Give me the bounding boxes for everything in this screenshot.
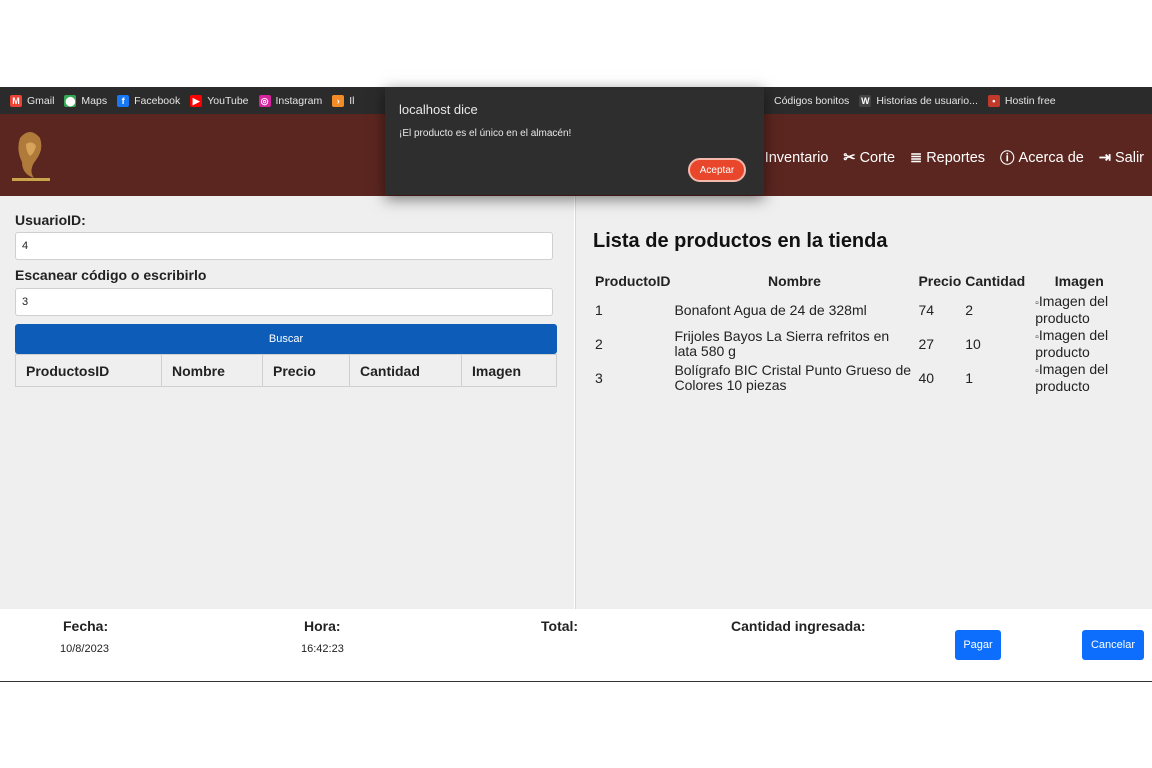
bookmark-icon: › (332, 94, 345, 107)
products-table-header: ProductoID Nombre Precio Cantidad Imagen (593, 269, 1131, 293)
logout-icon: ⇥ (1098, 149, 1111, 166)
gmail-icon: M (10, 94, 22, 107)
usuario-label: UsuarioID: (15, 212, 86, 228)
fecha-label: Fecha: (63, 618, 109, 634)
nav-salir[interactable]: ⇥ Salir (1099, 150, 1144, 166)
nav-label: Salir (1114, 149, 1144, 166)
product-id: 1 (595, 301, 603, 318)
image-alt-text: Imagen del producto (1035, 293, 1109, 326)
sales-panel: UsuarioID: 4 Escanear código o escribirl… (0, 196, 574, 609)
bookmark-instagram[interactable]: ◎ Instagram (258, 94, 323, 107)
nav-label: Inventario (764, 149, 829, 166)
dialog-message: ¡El producto es el único en el almacén! (399, 128, 572, 139)
pagar-button[interactable]: Pagar (955, 630, 1001, 660)
bookmark-label: Instagram (275, 94, 323, 107)
bookmark-gmail[interactable]: M Gmail (10, 94, 55, 107)
bookmark-label: Historias de usuario... (876, 94, 978, 107)
hosting-icon: • (987, 94, 1000, 107)
instagram-icon: ◎ (258, 94, 271, 107)
image-alt-text: Imagen del producto (1035, 327, 1109, 360)
column-header: Nombre (768, 273, 821, 289)
products-panel: Lista de productos en la tienda Producto… (575, 196, 1152, 609)
bookmark-facebook[interactable]: f Facebook (117, 94, 181, 107)
product-quantity: 10 (965, 335, 981, 352)
cantidad-ingresada-label: Cantidad ingresada: (731, 618, 866, 634)
products-title: Lista de productos en la tienda (593, 230, 888, 252)
column-header: ProductosID (15, 354, 162, 387)
hora-label: Hora: (304, 618, 341, 634)
column-header: Nombre (161, 354, 263, 387)
bookmark-historias-de-usuario[interactable]: W Historias de usuario... (859, 94, 978, 107)
column-header: Precio (918, 273, 962, 289)
column-header: Imagen (461, 354, 557, 387)
buscar-button[interactable]: Buscar (15, 324, 557, 354)
bookmark-hostin-free[interactable]: • Hostin free (987, 94, 1056, 107)
product-image: ▫Imagen del producto (1027, 361, 1131, 395)
product-price: 74 (918, 301, 935, 318)
store-logo[interactable] (8, 126, 54, 184)
hora-value: 16:42:23 (301, 643, 344, 655)
bookmark-il[interactable]: › Il (332, 94, 355, 107)
facebook-icon: f (117, 94, 130, 107)
image-alt-text: Imagen del producto (1035, 361, 1109, 394)
nav-corte[interactable]: ✂ Corte (843, 150, 895, 166)
usuario-input[interactable]: 4 (15, 232, 553, 260)
product-image: ▫Imagen del producto (1027, 293, 1131, 327)
cancelar-button[interactable]: Cancelar (1082, 630, 1144, 660)
product-id: 3 (595, 369, 603, 386)
scan-label: Escanear código o escribirlo (15, 267, 207, 283)
column-header: Imagen (1054, 273, 1104, 289)
info-icon: ⓘ (1000, 151, 1015, 167)
product-name: Bolígrafo BIC Cristal Punto Grueso de Co… (674, 362, 912, 393)
youtube-icon: ▶ (190, 94, 203, 107)
bookmark-youtube[interactable]: ▶ YouTube (190, 94, 249, 107)
table-row: 2 Frijoles Bayos La Sierra refritos en la… (593, 327, 1131, 361)
alert-dialog: localhost dice ¡El producto es el único … (385, 87, 764, 195)
aceptar-button[interactable]: Aceptar (688, 158, 746, 182)
product-price: 40 (918, 369, 935, 386)
product-id: 2 (595, 335, 603, 352)
bookmark-maps[interactable]: ⬤ Maps (64, 94, 108, 107)
nav-reportes[interactable]: ≣ Reportes (910, 150, 985, 166)
bookmark-label: YouTube (207, 94, 249, 107)
column-header: Precio (262, 354, 350, 387)
column-header: Cantidad (349, 354, 462, 387)
product-name: Frijoles Bayos La Sierra refritos en lat… (674, 328, 890, 359)
cart-table: ProductosID Nombre Precio Cantidad Image… (15, 354, 557, 387)
reports-icon: ≣ (910, 149, 923, 166)
total-label: Total: (541, 618, 579, 634)
dialog-title: localhost dice (399, 102, 478, 117)
nav-label: Acerca de (1018, 149, 1084, 166)
scissors-icon: ✂ (843, 149, 856, 166)
nav-menu: ▮Inventario ✂Corte ≣Reportes ⓘAcerca de ⇥Sal… (738, 147, 1144, 168)
product-quantity: 2 (965, 301, 974, 318)
footer-bar: Fecha: 10/8/2023 Hora: 16:42:23 Total: C… (0, 609, 1152, 682)
bookmark-label: Códigos bonitos (774, 94, 850, 107)
bookmark-label: Gmail (27, 94, 55, 107)
bookmark-label: Il (349, 94, 355, 107)
scan-input[interactable]: 3 (15, 288, 553, 316)
product-name: Bonafont Agua de 24 de 328ml (674, 301, 867, 318)
bookmark-label: Facebook (134, 94, 181, 107)
fecha-value: 10/8/2023 (60, 643, 109, 655)
product-price: 27 (918, 335, 935, 352)
nav-acerca-de[interactable]: ⓘ Acerca de (1000, 147, 1084, 168)
w-icon: W (859, 94, 872, 107)
bookmark-c-digos-bonitos[interactable]: Códigos bonitos (774, 95, 849, 107)
products-table: ProductoID Nombre Precio Cantidad Imagen… (593, 269, 1131, 395)
bookmark-label: Hostin free (1004, 94, 1056, 107)
maps-icon: ⬤ (64, 94, 77, 107)
column-header: Cantidad (965, 273, 1026, 289)
nav-label: Corte (859, 149, 896, 166)
column-header: ProductoID (595, 273, 671, 289)
table-row: 3 Bolígrafo BIC Cristal Punto Grueso de C… (593, 361, 1131, 395)
product-image: ▫Imagen del producto (1027, 327, 1131, 361)
bookmark-label: Maps (81, 94, 108, 107)
product-quantity: 1 (965, 369, 974, 386)
nav-label: Reportes (926, 149, 986, 166)
nav-inventario[interactable]: ▮Inventario (753, 150, 829, 166)
table-row: 1 Bonafont Agua de 24 de 328ml 74 2 ▫Imagen … (593, 293, 1131, 327)
cart-table-header: ProductosID Nombre Precio Cantidad Image… (15, 354, 557, 387)
